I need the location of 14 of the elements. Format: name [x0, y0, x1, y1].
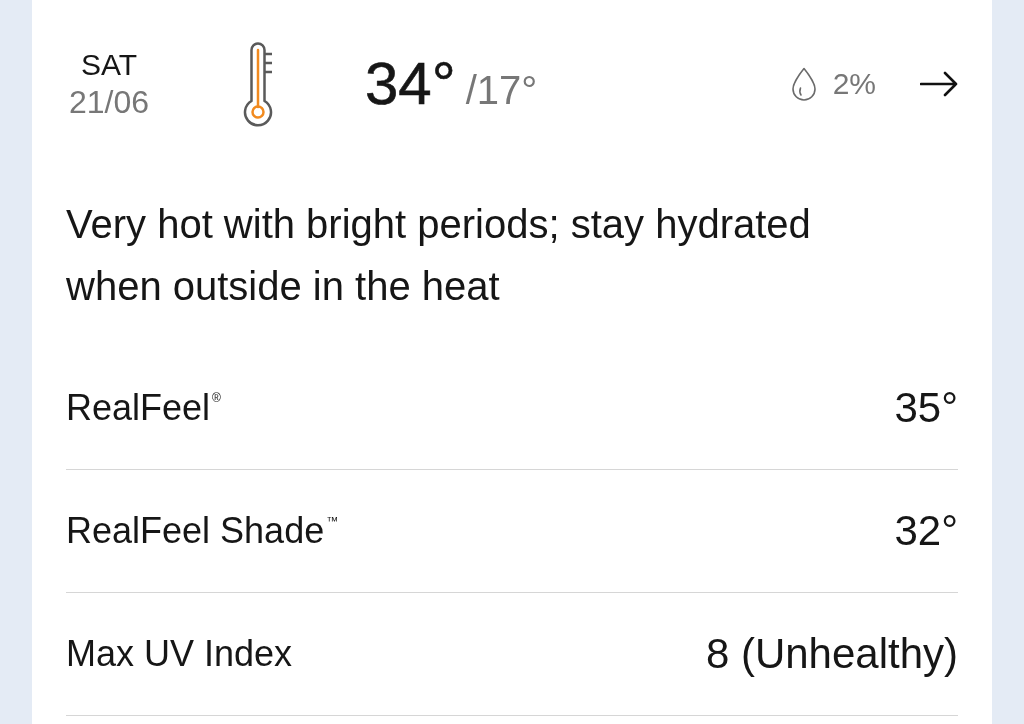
detail-value: 35° [894, 383, 958, 433]
detail-value: 32° [894, 506, 958, 556]
forecast-description: Very hot with bright periods; stay hydrated when outside in the heat [66, 201, 812, 310]
date-label: 21/06 [68, 83, 150, 121]
arrow-right-icon[interactable] [920, 71, 958, 97]
high-temperature: 34° [365, 49, 456, 119]
weekday-label: SAT [80, 47, 138, 83]
detail-label: Max UV Index [66, 632, 293, 676]
droplet-icon [790, 67, 817, 101]
detail-value: 8 (Unhealthy) [705, 629, 958, 679]
detail-label: RealFeel$^{®}$ [66, 386, 221, 430]
detail-label: RealFeel Shade$^{™}$ [66, 509, 339, 553]
precipitation-chance: 2% [832, 66, 876, 102]
low-temperature: /17° [465, 67, 538, 114]
